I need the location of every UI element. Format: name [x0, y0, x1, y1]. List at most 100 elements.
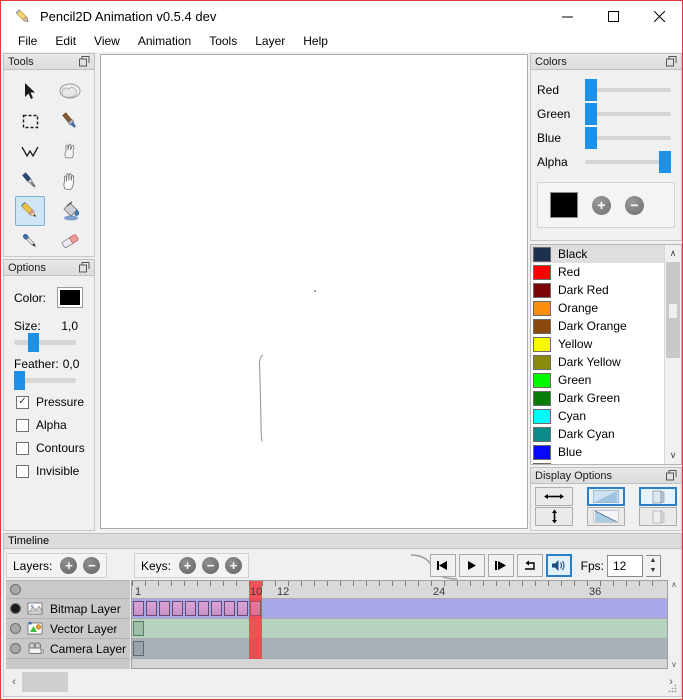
invisible-checkbox[interactable]: [16, 464, 29, 478]
menu-help[interactable]: Help: [294, 32, 337, 51]
remove-color-button[interactable]: −: [625, 195, 644, 215]
timeline-scroll-up-icon[interactable]: ∧: [671, 580, 677, 589]
remove-layer-button[interactable]: −: [83, 557, 101, 574]
palette-scroll-track[interactable]: [665, 262, 681, 447]
keyframe[interactable]: [172, 601, 183, 616]
layer-row-bitmap[interactable]: Bitmap Layer: [6, 599, 130, 619]
visibility-toggle-all-icon[interactable]: [10, 584, 21, 595]
layer-row-vector[interactable]: Vector Layer: [6, 619, 130, 639]
alpha-slider-thumb[interactable]: [659, 151, 671, 173]
undock-icon[interactable]: [78, 55, 91, 68]
selected-color-swatch[interactable]: [550, 192, 578, 218]
current-color-swatch[interactable]: [57, 287, 83, 308]
hscroll-left-icon[interactable]: ‹: [6, 676, 22, 688]
timeline-vertical-scrollbar[interactable]: ∧ ∨: [668, 580, 680, 669]
menu-animation[interactable]: Animation: [129, 32, 200, 51]
next-frame-button[interactable]: [487, 554, 514, 577]
keyframe[interactable]: [237, 601, 248, 616]
palette-item-green[interactable]: Green: [531, 371, 664, 389]
palette-item-orange[interactable]: Orange: [531, 299, 664, 317]
keyframe[interactable]: [198, 601, 209, 616]
keyframe[interactable]: [185, 601, 196, 616]
smudge-tool[interactable]: [55, 76, 85, 106]
alpha-slider[interactable]: [585, 151, 671, 173]
size-slider[interactable]: [14, 333, 76, 352]
track-row-vector[interactable]: [132, 619, 667, 639]
undock-icon[interactable]: [665, 55, 678, 68]
keyframe[interactable]: [159, 601, 170, 616]
visibility-toggle[interactable]: [10, 603, 21, 614]
blue-slider-thumb[interactable]: [585, 127, 597, 149]
menu-layer[interactable]: Layer: [246, 32, 294, 51]
flip-horizontal-button[interactable]: [535, 487, 573, 506]
invisible-checkbox-row[interactable]: Invisible: [16, 464, 86, 478]
alpha-checkbox[interactable]: [16, 418, 29, 432]
palette-item-dark-cyan[interactable]: Dark Cyan: [531, 425, 664, 443]
feather-slider[interactable]: [14, 371, 76, 390]
bucket-fill-tool[interactable]: [55, 196, 85, 226]
hscroll-track[interactable]: [22, 671, 663, 693]
palette-item-dark-green[interactable]: Dark Green: [531, 389, 664, 407]
select-arrow-tool[interactable]: [15, 76, 45, 106]
keyframe[interactable]: [133, 601, 144, 616]
eraser-tool[interactable]: [55, 226, 85, 256]
play-button[interactable]: [458, 554, 485, 577]
palette-item-black[interactable]: Black: [531, 245, 664, 263]
feather-slider-thumb[interactable]: [14, 371, 25, 390]
track-row-bitmap[interactable]: [132, 599, 667, 619]
blue-slider[interactable]: [585, 127, 671, 149]
alpha-checkbox-row[interactable]: Alpha: [16, 418, 86, 432]
palette-item-cyan[interactable]: Cyan: [531, 407, 664, 425]
visibility-toggle[interactable]: [10, 623, 21, 634]
green-slider[interactable]: [585, 103, 671, 125]
palette-scrollbar[interactable]: ∧ ∨: [664, 245, 681, 464]
undock-icon[interactable]: [665, 469, 678, 482]
contours-checkbox[interactable]: [16, 441, 29, 455]
fps-increase-button[interactable]: ▲: [646, 556, 660, 566]
red-slider[interactable]: [585, 79, 671, 101]
red-slider-thumb[interactable]: [585, 79, 597, 101]
timeline-ruler[interactable]: 1 10 12 24 36: [132, 581, 667, 599]
onion-skin-next-button[interactable]: [587, 507, 625, 526]
add-color-button[interactable]: +: [592, 195, 611, 215]
menu-tools[interactable]: Tools: [200, 32, 246, 51]
remove-key-button[interactable]: −: [202, 557, 220, 574]
pressure-checkbox[interactable]: ✓: [16, 395, 29, 409]
fps-spinner[interactable]: ▲ ▼: [646, 554, 661, 577]
palette-item-dark-yellow[interactable]: Dark Yellow: [531, 353, 664, 371]
add-layer-button[interactable]: +: [60, 557, 78, 574]
duplicate-key-button[interactable]: +: [225, 557, 243, 574]
playhead-vector[interactable]: [249, 619, 262, 639]
palette-item-red[interactable]: Red: [531, 263, 664, 281]
fps-decrease-button[interactable]: ▼: [646, 566, 660, 576]
add-key-button[interactable]: +: [179, 557, 197, 574]
menu-file[interactable]: File: [9, 32, 46, 51]
pen-tool[interactable]: [15, 166, 45, 196]
minimize-button[interactable]: [544, 1, 590, 31]
brush-tool[interactable]: [55, 106, 85, 136]
onion-skin-prev-frames-button[interactable]: [639, 487, 677, 506]
playhead-camera[interactable]: [249, 639, 262, 659]
track-row-camera[interactable]: [132, 639, 667, 659]
polyline-tool[interactable]: [15, 136, 45, 166]
onion-skin-previous-button[interactable]: [587, 487, 625, 506]
keyframe[interactable]: [133, 641, 144, 656]
palette-scroll-thumb[interactable]: [666, 262, 680, 358]
keyframe[interactable]: [224, 601, 235, 616]
keyframe[interactable]: [146, 601, 157, 616]
visibility-toggle[interactable]: [10, 643, 21, 654]
previous-frame-button[interactable]: [429, 554, 456, 577]
sound-toggle-button[interactable]: [545, 554, 572, 577]
scroll-down-icon[interactable]: ∨: [665, 447, 682, 464]
hand-tool[interactable]: [55, 166, 85, 196]
fps-input[interactable]: 12: [607, 554, 643, 577]
drawing-canvas[interactable]: [100, 54, 528, 529]
palette-item-blue[interactable]: Blue: [531, 443, 664, 461]
layer-row-camera[interactable]: Camera Layer: [6, 639, 130, 659]
size-slider-thumb[interactable]: [28, 333, 39, 352]
timeline-horizontal-scrollbar[interactable]: ‹ ›: [6, 670, 679, 694]
palette-item-dark-red[interactable]: Dark Red: [531, 281, 664, 299]
resize-grip-icon[interactable]: [668, 683, 678, 693]
eyedropper-hand-tool[interactable]: [55, 136, 85, 166]
contours-checkbox-row[interactable]: Contours: [16, 441, 86, 455]
